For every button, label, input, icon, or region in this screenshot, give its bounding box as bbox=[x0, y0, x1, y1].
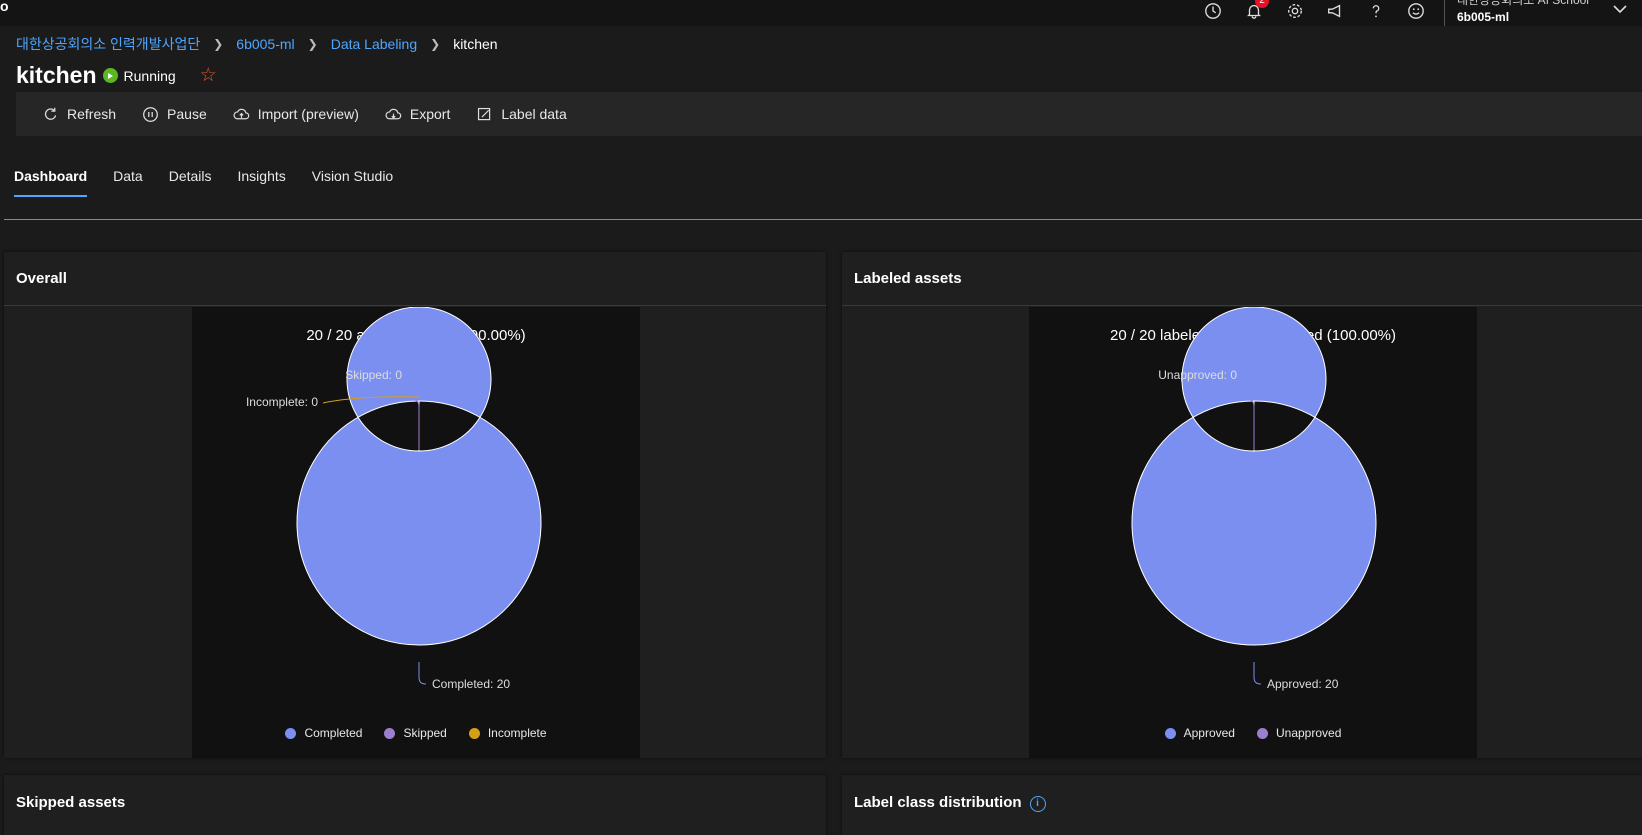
import-label: Import (preview) bbox=[257, 106, 359, 122]
cloud-download-icon bbox=[385, 108, 402, 119]
overall-donut-chart: Skipped: 0 Incomplete: 0 Completed: 20 bbox=[246, 307, 542, 691]
org-name: 대한상공회의소 AI School bbox=[1457, 0, 1589, 7]
history-icon[interactable] bbox=[1202, 0, 1224, 22]
approved-callout-line bbox=[1253, 662, 1262, 685]
app-logo-fragment: o bbox=[0, 0, 9, 14]
pause-label: Pause bbox=[167, 106, 207, 122]
legend-label: Incomplete bbox=[487, 726, 547, 740]
breadcrumb: 대한상공회의소 인력개발사업단 ❯ 6b005-ml ❯ Data Labeli… bbox=[16, 34, 498, 54]
top-bar: o 2 대한상공회의소 AI School 6b005-ml bbox=[0, 0, 1642, 26]
notification-badge: 2 bbox=[1255, 0, 1269, 8]
legend-label: Skipped bbox=[403, 726, 447, 740]
import-button[interactable]: Import (preview) bbox=[233, 106, 359, 123]
info-icon[interactable]: i bbox=[1029, 796, 1046, 812]
legend-item-unapproved[interactable]: Unapproved bbox=[1256, 726, 1342, 740]
labeled-chart-panel: 20 / 20 labeled assets approved (100.00%… bbox=[1029, 307, 1477, 758]
status-badge: Running bbox=[102, 67, 176, 84]
legend-label: Approved bbox=[1183, 726, 1235, 740]
breadcrumb-workspace[interactable]: 6b005-ml bbox=[236, 36, 294, 52]
edit-pencil-icon bbox=[478, 107, 491, 120]
command-toolbar: Refresh Pause Import (preview) Export La… bbox=[16, 92, 1642, 136]
label-class-distribution-card: Label class distribution i bbox=[842, 775, 1642, 835]
label-data-label: Label data bbox=[501, 106, 567, 122]
legend-label: Completed bbox=[304, 726, 363, 740]
unapproved-callout-line bbox=[1248, 399, 1255, 450]
overall-card: Overall 20 / 20 assets labeled (100.00%)… bbox=[4, 252, 826, 758]
donut-slice-approved[interactable] bbox=[1131, 307, 1377, 646]
cloud-upload-icon bbox=[233, 108, 249, 119]
legend-dot bbox=[468, 727, 480, 739]
skipped-callout-line bbox=[413, 399, 420, 450]
legend-dot bbox=[285, 727, 297, 739]
page-title: kitchen bbox=[16, 62, 97, 88]
favorite-star-icon[interactable]: ☆ bbox=[200, 64, 217, 87]
export-label: Export bbox=[409, 106, 451, 122]
title-row: kitchen Running ☆ bbox=[16, 62, 217, 89]
pause-button[interactable]: Pause bbox=[142, 106, 207, 123]
completed-callout-line bbox=[418, 662, 427, 685]
status-text: Running bbox=[123, 67, 176, 84]
announcement-megaphone-icon[interactable] bbox=[1324, 0, 1346, 22]
labeled-donut-slices bbox=[1131, 307, 1377, 646]
help-question-icon[interactable] bbox=[1365, 0, 1387, 22]
breadcrumb-current: kitchen bbox=[453, 36, 498, 52]
legend-dot bbox=[1164, 727, 1176, 739]
chevron-down-icon[interactable] bbox=[1611, 0, 1629, 18]
tab-dashboard[interactable]: Dashboard bbox=[14, 168, 88, 198]
incomplete-callout-label: Incomplete: 0 bbox=[246, 395, 318, 409]
overall-card-title: Overall bbox=[16, 270, 67, 287]
tab-insights[interactable]: Insights bbox=[238, 168, 286, 198]
label-class-distribution-title: Label class distribution bbox=[854, 794, 1022, 811]
label-data-button[interactable]: Label data bbox=[476, 106, 567, 123]
account-switcher[interactable]: 대한상공회의소 AI School 6b005-ml bbox=[1444, 0, 1627, 26]
labeled-assets-card: Labeled assets 20 / 20 labeled assets ap… bbox=[842, 252, 1642, 758]
pause-icon bbox=[143, 106, 158, 122]
legend-item-skipped[interactable]: Skipped bbox=[384, 726, 447, 740]
refresh-label: Refresh bbox=[67, 106, 117, 122]
workspace-name: 6b005-ml bbox=[1457, 10, 1510, 24]
export-button[interactable]: Export bbox=[385, 106, 450, 123]
refresh-button[interactable]: Refresh bbox=[42, 106, 116, 123]
skipped-assets-card-title: Skipped assets bbox=[16, 794, 126, 811]
chevron-right-icon: ❯ bbox=[307, 37, 318, 51]
play-running-icon bbox=[102, 68, 118, 83]
label-class-distribution-title-row: Label class distribution i bbox=[854, 794, 1046, 812]
tab-bar: Dashboard Data Details Insights Vision S… bbox=[14, 168, 419, 198]
legend-item-approved[interactable]: Approved bbox=[1164, 726, 1235, 740]
breadcrumb-org[interactable]: 대한상공회의소 인력개발사업단 bbox=[16, 34, 200, 54]
settings-gear-icon[interactable] bbox=[1284, 0, 1306, 22]
tab-divider bbox=[4, 219, 1642, 220]
chevron-right-icon: ❯ bbox=[430, 37, 441, 51]
labeled-assets-card-title: Labeled assets bbox=[854, 270, 962, 287]
legend-dot bbox=[1256, 727, 1268, 739]
tab-data[interactable]: Data bbox=[113, 168, 143, 198]
donut-slice-completed[interactable] bbox=[296, 307, 542, 646]
notifications-icon[interactable]: 2 bbox=[1243, 0, 1269, 22]
labeled-legend: Approved Unapproved bbox=[1029, 726, 1477, 740]
chevron-right-icon: ❯ bbox=[213, 37, 224, 51]
overall-donut-slices bbox=[296, 307, 542, 646]
legend-label: Unapproved bbox=[1275, 726, 1342, 740]
labeled-donut-chart: Unapproved: 0 Approved: 20 bbox=[1131, 307, 1377, 691]
skipped-assets-card: Skipped assets bbox=[4, 775, 826, 835]
overall-legend: Completed Skipped Incomplete bbox=[192, 726, 640, 740]
completed-callout-label: Completed: 20 bbox=[432, 677, 510, 691]
legend-item-completed[interactable]: Completed bbox=[285, 726, 362, 740]
approved-callout-label: Approved: 20 bbox=[1267, 677, 1339, 691]
refresh-icon bbox=[44, 107, 57, 120]
legend-dot bbox=[384, 727, 396, 739]
unapproved-callout-label: Unapproved: 0 bbox=[1158, 368, 1237, 382]
card-divider bbox=[842, 305, 1642, 306]
feedback-smiley-icon[interactable] bbox=[1405, 0, 1427, 22]
skipped-callout-label: Skipped: 0 bbox=[345, 368, 402, 382]
overall-chart-panel: 20 / 20 assets labeled (100.00%) Skipped… bbox=[192, 307, 640, 758]
card-divider bbox=[4, 305, 826, 306]
tab-vision-studio[interactable]: Vision Studio bbox=[312, 168, 393, 198]
legend-item-incomplete[interactable]: Incomplete bbox=[468, 726, 547, 740]
breadcrumb-data-labeling[interactable]: Data Labeling bbox=[331, 36, 417, 52]
tab-details[interactable]: Details bbox=[169, 168, 212, 198]
